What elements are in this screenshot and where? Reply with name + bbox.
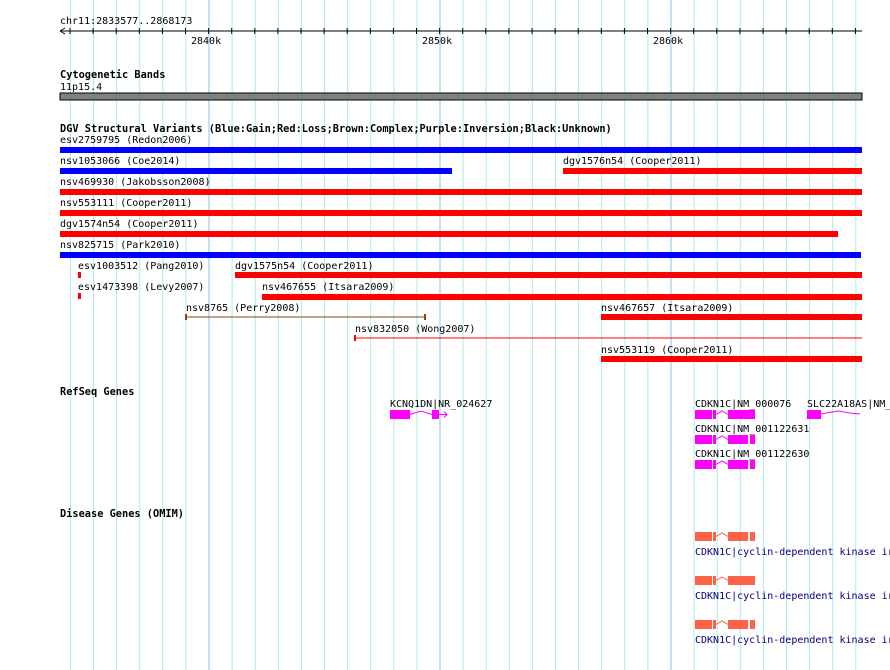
refseq-gene-exon[interactable] xyxy=(750,460,755,469)
track-title-omim: Disease Genes (OMIM) xyxy=(60,508,184,520)
dgv-feature-bar[interactable] xyxy=(60,210,862,216)
refseq-gene-exon[interactable] xyxy=(807,410,821,419)
omim-gene-label[interactable]: CDKN1C|cyclin-dependent kinase ir xyxy=(695,635,890,646)
dgv-feature-bar[interactable] xyxy=(78,272,81,278)
refseq-gene-exon[interactable] xyxy=(728,435,748,444)
dgv-feature-bar[interactable] xyxy=(60,252,861,258)
refseq-gene-exon[interactable] xyxy=(432,410,439,419)
omim-gene-intron xyxy=(715,576,729,581)
omim-gene-exon[interactable] xyxy=(750,532,755,541)
dgv-feature-bar[interactable] xyxy=(601,356,862,362)
dgv-feature-bar[interactable] xyxy=(563,168,862,174)
dgv-feature-label[interactable]: nsv825715 (Park2010) xyxy=(60,240,180,251)
omim-gene-exon[interactable] xyxy=(728,576,755,585)
dgv-feature-label[interactable]: nsv467657 (Itsara2009) xyxy=(601,303,733,314)
dgv-feature-bar[interactable] xyxy=(78,293,81,299)
refseq-gene-intron xyxy=(820,410,861,415)
omim-gene-exon[interactable] xyxy=(695,620,712,629)
dgv-feature-bar[interactable] xyxy=(235,272,862,278)
omim-gene-exon[interactable] xyxy=(713,620,716,629)
refseq-gene-exon[interactable] xyxy=(713,460,716,469)
ruler-tick-label: 2840k xyxy=(191,36,221,47)
omim-gene-intron xyxy=(715,620,729,625)
dgv-feature-bar[interactable] xyxy=(60,168,452,174)
dgv-feature-label[interactable]: nsv469930 (Jakobsson2008) xyxy=(60,177,211,188)
refseq-gene-exon[interactable] xyxy=(713,410,716,419)
refseq-gene-exon[interactable] xyxy=(750,435,755,444)
dgv-feature-bar[interactable] xyxy=(60,147,862,153)
dgv-feature-label[interactable]: nsv1053066 (Coe2014) xyxy=(60,156,180,167)
dgv-feature-label[interactable]: esv1003512 (Pang2010) xyxy=(78,261,204,272)
refseq-gene-intron xyxy=(409,410,433,415)
refseq-gene-label[interactable]: SLC22A18AS|NM_ xyxy=(807,399,890,410)
refseq-gene-exon[interactable] xyxy=(390,410,410,419)
dgv-feature-bar[interactable] xyxy=(60,231,838,237)
omim-gene-exon[interactable] xyxy=(713,532,716,541)
omim-gene-exon[interactable] xyxy=(750,620,755,629)
refseq-gene-exon[interactable] xyxy=(728,410,755,419)
dgv-feature-label[interactable]: nsv832050 (Wong2007) xyxy=(355,324,475,335)
dgv-feature-bar[interactable] xyxy=(60,189,862,195)
dgv-feature-label[interactable]: nsv467655 (Itsara2009) xyxy=(262,282,394,293)
dgv-feature-label[interactable]: esv2759795 (Redon2006) xyxy=(60,135,192,146)
ruler-location: chr11:2833577..2868173 xyxy=(60,16,192,27)
refseq-gene-intron xyxy=(715,435,729,440)
omim-gene-label[interactable]: CDKN1C|cyclin-dependent kinase ir xyxy=(695,547,890,558)
track-view[interactable]: chr11:2833577..2868173 2840k 2850k 2860k Cyt… xyxy=(0,0,890,670)
omim-gene-exon[interactable] xyxy=(695,532,712,541)
refseq-gene-exon[interactable] xyxy=(695,435,712,444)
ruler-tick-label: 2860k xyxy=(653,36,683,47)
refseq-gene-label[interactable]: CDKN1C|NM_000076 xyxy=(695,399,791,410)
omim-gene-exon[interactable] xyxy=(728,532,748,541)
ruler-tick-label: 2850k xyxy=(422,36,452,47)
omim-gene-exon[interactable] xyxy=(713,576,716,585)
cytoband-bar[interactable] xyxy=(59,92,863,101)
dgv-feature-label[interactable]: dgv1574n54 (Cooper2011) xyxy=(60,219,198,230)
refseq-gene-label[interactable]: CDKN1C|NM_001122630 xyxy=(695,449,809,460)
omim-gene-label[interactable]: CDKN1C|cyclin-dependent kinase ir xyxy=(695,591,890,602)
omim-gene-exon[interactable] xyxy=(695,576,712,585)
refseq-gene-exon[interactable] xyxy=(695,460,712,469)
dgv-feature-bar[interactable] xyxy=(601,314,862,320)
dgv-feature-label[interactable]: dgv1575n54 (Cooper2011) xyxy=(235,261,373,272)
omim-gene-exon[interactable] xyxy=(728,620,748,629)
track-title-cytogenetic-bands: Cytogenetic Bands xyxy=(60,69,165,81)
track-title-dgv: DGV Structural Variants (Blue:Gain;Red:L… xyxy=(60,123,612,135)
refseq-gene-exon[interactable] xyxy=(695,410,712,419)
cytoband-label: 11p15.4 xyxy=(60,82,102,93)
dgv-feature-label[interactable]: nsv8765 (Perry2008) xyxy=(186,303,300,314)
track-title-refseq-genes: RefSeq Genes xyxy=(60,386,134,398)
dgv-feature-bar[interactable] xyxy=(262,294,862,300)
genome-browser-panel: chr11:2833577..2868173 2840k 2850k 2860k Cyt… xyxy=(0,0,890,670)
dgv-feature-label[interactable]: esv1473398 (Levy2007) xyxy=(78,282,204,293)
dgv-feature-label[interactable]: nsv553111 (Cooper2011) xyxy=(60,198,192,209)
refseq-gene-label[interactable]: KCNQ1DN|NR_024627 xyxy=(390,399,492,410)
omim-gene-intron xyxy=(715,532,729,537)
dgv-feature-label[interactable]: nsv553119 (Cooper2011) xyxy=(601,345,733,356)
refseq-gene-exon[interactable] xyxy=(728,460,748,469)
refseq-gene-exon[interactable] xyxy=(713,435,716,444)
refseq-gene-intron xyxy=(715,410,729,415)
refseq-gene-label[interactable]: CDKN1C|NM_001122631 xyxy=(695,424,809,435)
dgv-feature-label[interactable]: dgv1576n54 (Cooper2011) xyxy=(563,156,701,167)
refseq-gene-intron xyxy=(715,460,729,465)
